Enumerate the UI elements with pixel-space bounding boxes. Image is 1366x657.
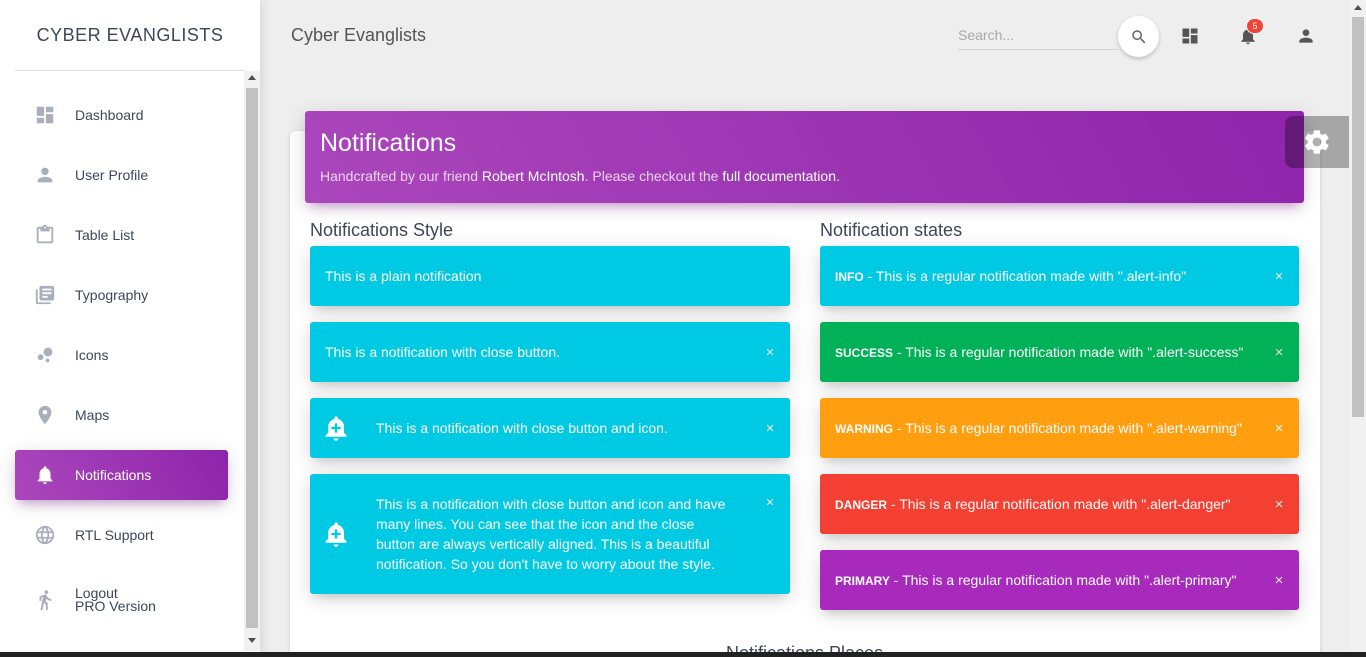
location-icon xyxy=(15,404,75,426)
brand-logo[interactable]: CYBER EVANGLISTS xyxy=(0,0,260,71)
bottom-edge xyxy=(0,652,1366,657)
sidebar-item-typography[interactable]: Typography xyxy=(15,270,228,320)
sidebar-item-dashboard[interactable]: Dashboard xyxy=(15,90,228,140)
alert-state-text: - This is a regular notification made wi… xyxy=(889,571,1237,588)
alert-state-label: PRIMARY xyxy=(835,573,890,588)
alert-text: This is a notification with close button… xyxy=(376,420,668,436)
close-icon[interactable]: × xyxy=(1259,572,1299,589)
dashboard-icon xyxy=(15,104,75,126)
alert-text: SUCCESS - This is a regular notification… xyxy=(820,342,1259,363)
close-notification: This is a notification with close button… xyxy=(310,322,790,382)
alert-state-text: - This is a regular notification made wi… xyxy=(893,343,1244,360)
close-icon[interactable]: × xyxy=(1259,420,1299,437)
notification-states-title: Notification states xyxy=(820,220,963,240)
alert-state-label: SUCCESS xyxy=(835,345,894,360)
close-icon[interactable]: × xyxy=(1259,268,1299,285)
documentation-link[interactable]: full documentation xyxy=(722,168,836,184)
scroll-up-arrow[interactable] xyxy=(248,75,256,80)
sidebar-item-label: Typography xyxy=(75,286,149,303)
page-title[interactable]: Cyber Evanglists xyxy=(291,25,426,46)
sidebar-item-label: Dashboard xyxy=(75,106,144,123)
danger-notification: DANGER - This is a regular notification … xyxy=(820,474,1299,534)
plain-notification: This is a plain notification xyxy=(310,246,790,306)
alert-state-label: WARNING xyxy=(835,421,893,436)
clipboard-icon xyxy=(15,224,75,246)
settings-plugin-button[interactable] xyxy=(1285,116,1349,168)
sidebar-item-table-list[interactable]: Table List xyxy=(15,210,228,260)
sidebar-item-label: User Profile xyxy=(75,166,149,183)
sidebar-item-rtl-support[interactable]: RTL Support xyxy=(15,510,228,560)
sidebar-item-label: Maps xyxy=(75,406,110,423)
subtitle-prefix: Handcrafted by our friend xyxy=(320,168,482,184)
dashboard-icon xyxy=(1182,28,1198,44)
sidebar-item-label: Notifications xyxy=(75,466,152,483)
close-icon[interactable]: × xyxy=(1259,496,1299,513)
notifications-style-title: Notifications Style xyxy=(310,220,454,240)
warning-notification: WARNING - This is a regular notification… xyxy=(820,398,1299,458)
person-icon xyxy=(1299,29,1313,43)
user-profile-button[interactable] xyxy=(1294,24,1318,48)
search-button[interactable] xyxy=(1118,16,1159,57)
close-icon[interactable]: × xyxy=(750,420,790,437)
card-subtitle: Handcrafted by our friend Robert McIntos… xyxy=(320,168,1289,184)
sidebar-item-maps[interactable]: Maps xyxy=(15,390,228,440)
logout-labels: Logout PRO Version xyxy=(75,586,156,614)
scroll-down-arrow[interactable] xyxy=(248,638,256,643)
subtitle-mid: . Please checkout the xyxy=(584,168,723,184)
dashboard-button[interactable] xyxy=(1178,24,1202,48)
card-title: Notifications xyxy=(320,129,457,157)
bubble-chart-icon xyxy=(15,344,75,366)
author-link[interactable]: Robert McIntosh xyxy=(482,168,585,184)
sidebar-item-logout[interactable]: Logout PRO Version xyxy=(15,575,228,625)
alert-text: WARNING - This is a regular notification… xyxy=(820,418,1259,439)
sidebar-item-label: Table List xyxy=(75,226,135,243)
library-books-icon xyxy=(15,284,75,306)
alert-text: DANGER - This is a regular notification … xyxy=(820,494,1259,515)
sidebar-item-user-profile[interactable]: User Profile xyxy=(15,150,228,200)
alert-state-text: - This is a regular notification made wi… xyxy=(887,495,1231,512)
alert-state-text: - This is a regular notification made wi… xyxy=(863,267,1187,284)
sidebar-item-label: Icons xyxy=(75,346,109,363)
alert-text: PRIMARY - This is a regular notification… xyxy=(820,570,1259,591)
logout-icon xyxy=(15,589,75,611)
scroll-up-arrow[interactable] xyxy=(1354,5,1362,10)
success-notification: SUCCESS - This is a regular notification… xyxy=(820,322,1299,382)
pro-version-label: PRO Version xyxy=(75,598,156,614)
alert-state-label: INFO xyxy=(835,269,864,284)
alert-state-text: - This is a regular notification made wi… xyxy=(893,419,1242,436)
close-icon[interactable]: × xyxy=(750,344,790,361)
notifications-icon xyxy=(15,464,75,486)
add-alert-icon xyxy=(310,520,361,548)
info-notification: INFO - This is a regular notification ma… xyxy=(820,246,1299,306)
language-icon xyxy=(15,524,75,546)
icon-notification: This is a notification with close button… xyxy=(310,398,790,458)
sidebar-scrollbar[interactable] xyxy=(244,71,260,651)
sidebar-item-notifications[interactable]: Notifications xyxy=(15,450,228,500)
gear-icon xyxy=(1305,130,1329,154)
primary-notification: PRIMARY - This is a regular notification… xyxy=(820,550,1299,610)
page-scrollbar[interactable] xyxy=(1350,0,1366,657)
person-icon xyxy=(15,164,75,186)
alert-text: INFO - This is a regular notification ma… xyxy=(820,266,1259,287)
alert-state-label: DANGER xyxy=(835,497,888,512)
sidebar-item-icons[interactable]: Icons xyxy=(15,330,228,380)
alert-text: This is a notification with close button… xyxy=(376,496,726,572)
brand-divider xyxy=(15,70,245,71)
alert-text: This is a plain notification xyxy=(325,268,482,284)
sidebar: CYBER EVANGLISTS Dashboard User Profile … xyxy=(0,0,260,657)
sidebar-item-label: RTL Support xyxy=(75,526,154,543)
notification-count-badge: 5 xyxy=(1246,18,1264,34)
add-alert-icon xyxy=(310,414,361,442)
card-header: Notifications Handcrafted by our friend … xyxy=(305,111,1304,203)
scrollbar-thumb[interactable] xyxy=(246,88,258,628)
close-icon[interactable]: × xyxy=(1259,344,1299,361)
close-icon[interactable]: × xyxy=(750,494,790,511)
alert-text: This is a notification with close button… xyxy=(325,344,561,360)
search-icon xyxy=(1131,29,1145,43)
scrollbar-thumb[interactable] xyxy=(1352,17,1364,417)
subtitle-end: . xyxy=(836,168,840,184)
search-input[interactable] xyxy=(958,20,1118,50)
multiline-notification: This is a notification with close button… xyxy=(310,474,790,594)
